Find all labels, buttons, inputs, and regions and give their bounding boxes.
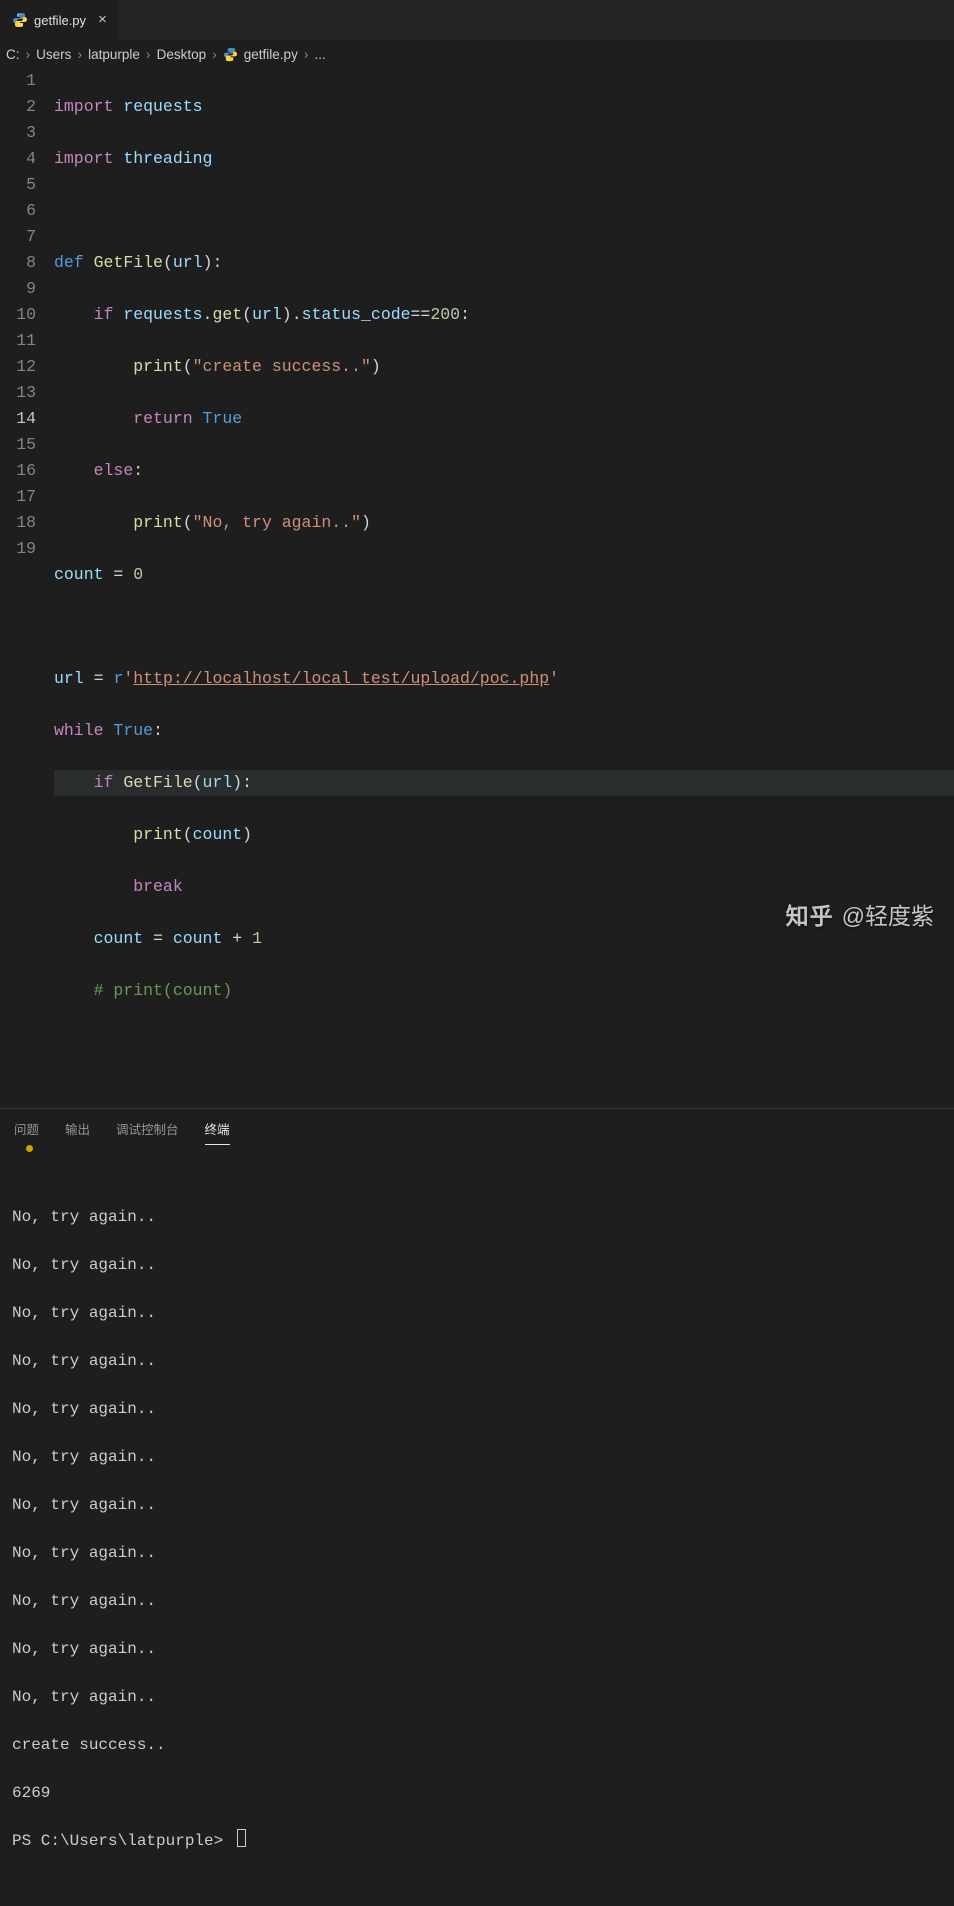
tab-terminal[interactable]: 终端 <box>205 1119 230 1145</box>
python-file-icon <box>12 12 28 28</box>
chevron-right-icon: › <box>75 46 84 62</box>
panel-tabs: 问题 输出 调试控制台 终端 <box>0 1109 954 1145</box>
terminal-line: No, try again.. <box>12 1589 940 1613</box>
terminal-line: No, try again.. <box>12 1685 940 1709</box>
terminal-line: No, try again.. <box>12 1445 940 1469</box>
crumb-users[interactable]: Users <box>36 47 71 62</box>
terminal-line: No, try again.. <box>12 1637 940 1661</box>
line-gutter: 12345678910111213141516171819 <box>0 68 54 1108</box>
terminal-line: No, try again.. <box>12 1349 940 1373</box>
tab-getfile[interactable]: getfile.py × <box>0 0 120 40</box>
cursor-icon <box>237 1829 246 1847</box>
close-icon[interactable]: × <box>98 12 107 29</box>
terminal-line: No, try again.. <box>12 1397 940 1421</box>
chevron-right-icon: › <box>210 46 219 62</box>
bottom-panel: 问题 输出 调试控制台 终端 No, try again.. No, try a… <box>0 1108 954 1906</box>
terminal-line: No, try again.. <box>12 1493 940 1517</box>
chevron-right-icon: › <box>144 46 153 62</box>
watermark: 知乎 @轻度紫 <box>786 897 934 931</box>
code-editor[interactable]: 12345678910111213141516171819 import req… <box>0 68 954 1108</box>
terminal-line: No, try again.. <box>12 1205 940 1229</box>
crumb-drive[interactable]: C: <box>6 47 20 62</box>
watermark-author: @轻度紫 <box>842 897 934 931</box>
terminal-line: No, try again.. <box>12 1253 940 1277</box>
crumb-desktop[interactable]: Desktop <box>157 47 207 62</box>
terminal-output[interactable]: No, try again.. No, try again.. No, try … <box>0 1145 954 1906</box>
tab-problems[interactable]: 问题 <box>14 1119 39 1145</box>
tab-debug-console[interactable]: 调试控制台 <box>116 1119 179 1145</box>
crumb-file[interactable]: getfile.py <box>244 47 298 62</box>
zhihu-logo-icon: 知乎 <box>786 897 834 931</box>
tab-output[interactable]: 输出 <box>65 1119 90 1145</box>
breadcrumb[interactable]: C:› Users› latpurple› Desktop› getfile.p… <box>0 40 954 68</box>
terminal-line: 6269 <box>12 1781 940 1805</box>
crumb-more[interactable]: ... <box>315 47 326 62</box>
crumb-user[interactable]: latpurple <box>88 47 140 62</box>
terminal-line: create success.. <box>12 1733 940 1757</box>
code-area[interactable]: import requests import threading def Get… <box>54 68 954 1108</box>
terminal-line: No, try again.. <box>12 1541 940 1565</box>
tab-filename: getfile.py <box>34 13 86 28</box>
terminal-prompt: PS C:\Users\latpurple> <box>12 1832 233 1850</box>
python-file-icon <box>223 47 238 62</box>
tab-bar: getfile.py × <box>0 0 954 40</box>
chevron-right-icon: › <box>24 46 33 62</box>
terminal-line: No, try again.. <box>12 1301 940 1325</box>
terminal-prompt-line[interactable]: PS C:\Users\latpurple> <box>12 1829 940 1853</box>
chevron-right-icon: › <box>302 46 311 62</box>
warning-dot-icon <box>26 1145 33 1152</box>
